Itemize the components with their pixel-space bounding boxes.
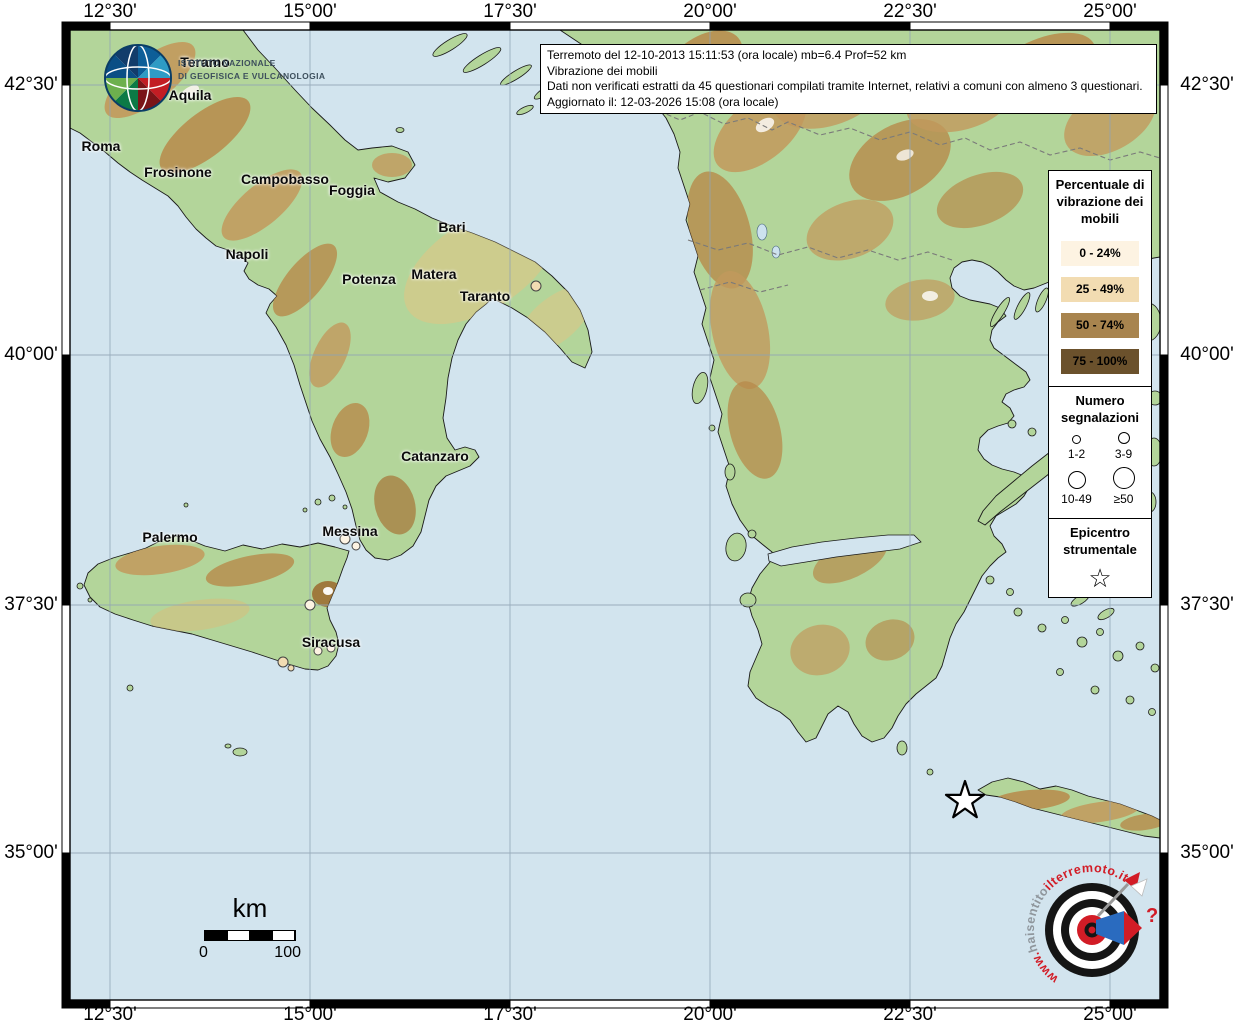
axis-label-left: 42°30' xyxy=(4,74,58,96)
report-size-circle-small xyxy=(1072,435,1081,444)
axis-label-left: 40°00' xyxy=(4,344,58,366)
report-size-circle-medium xyxy=(1118,432,1130,444)
city-label-palermo: Palermo xyxy=(142,529,197,545)
report-marker xyxy=(305,600,315,610)
scale-bar-end: 100 xyxy=(274,944,301,962)
axis-label-right: 37°30' xyxy=(1180,594,1234,616)
legend: Percentuale di vibrazione dei mobili 0 -… xyxy=(1048,170,1152,598)
scale-bar-segments xyxy=(204,930,296,941)
legend-reports-title: Numero segnalazioni xyxy=(1049,387,1151,429)
axis-label-right: 35°00' xyxy=(1180,842,1234,864)
report-size-label: 1-2 xyxy=(1068,447,1085,461)
report-size-circle-xlarge xyxy=(1113,467,1135,489)
city-label-foggia: Foggia xyxy=(329,182,375,198)
scale-bar-unit: km xyxy=(195,893,305,924)
axis-label-bottom: 12°30' xyxy=(83,1004,137,1024)
legend-epicenter-title: Epicentro strumentale xyxy=(1049,519,1151,561)
axis-label-top: 25°00' xyxy=(1083,1,1137,23)
axis-label-top: 12°30' xyxy=(83,1,137,23)
scale-bar: km 0 100 xyxy=(195,893,305,962)
haisentitoilterremoto-logo: ? www.haisentitoilterremoto.it xyxy=(1012,852,1252,1024)
map-canvas xyxy=(70,30,1160,1000)
report-marker xyxy=(288,665,294,671)
scale-bar-start: 0 xyxy=(199,944,208,962)
report-size-label: ≥50 xyxy=(1114,492,1134,506)
ingv-text-line2: DI GEOFISICA E VULCANOLOGIA xyxy=(178,71,325,81)
axis-label-right: 42°30' xyxy=(1180,74,1234,96)
axis-label-bottom: 15°00' xyxy=(283,1004,337,1024)
event-disclaimer: Dati non verificati estratti da 45 quest… xyxy=(547,79,1150,95)
axis-label-top: 22°30' xyxy=(883,1,937,23)
city-label-roma: Roma xyxy=(82,138,121,154)
axis-label-top: 17°30' xyxy=(483,1,537,23)
axis-label-top: 15°00' xyxy=(283,1,337,23)
axis-label-top: 20°00' xyxy=(683,1,737,23)
axis-label-bottom: 25°00' xyxy=(1083,1004,1137,1024)
map-page: Terremoto del 12-10-2013 15:11:53 (ora l… xyxy=(0,0,1252,1024)
axis-label-bottom: 17°30' xyxy=(483,1004,537,1024)
ingv-globe-icon xyxy=(105,45,171,111)
city-label-catanzaro: Catanzaro xyxy=(401,448,469,464)
question-mark-icon: ? xyxy=(1146,905,1158,927)
city-label-messina: Messina xyxy=(322,523,377,539)
axis-label-bottom: 22°30' xyxy=(883,1004,937,1024)
report-size-label: 3-9 xyxy=(1115,447,1132,461)
event-info-box: Terremoto del 12-10-2013 15:11:53 (ora l… xyxy=(540,44,1157,114)
city-label-siracusa: Siracusa xyxy=(302,634,360,650)
event-updated: Aggiornato il: 12-03-2026 15:08 (ora loc… xyxy=(547,95,1150,111)
city-label-taranto: Taranto xyxy=(460,288,510,304)
report-marker xyxy=(278,657,288,667)
report-size-circle-large xyxy=(1068,471,1086,489)
legend-swatch-0-24: 0 - 24% xyxy=(1061,241,1139,266)
event-subtitle: Vibrazione dei mobili xyxy=(547,64,1150,80)
ingv-text-line1: ISTITUTO NAZIONALE xyxy=(178,58,276,68)
report-marker xyxy=(531,281,541,291)
legend-report-sizes: 1-2 3-9 10-49 ≥50 xyxy=(1049,428,1151,506)
ingv-logo: ISTITUTO NAZIONALE DI GEOFISICA E VULCAN… xyxy=(96,40,346,122)
axis-label-left: 37°30' xyxy=(4,594,58,616)
city-label-napoli: Napoli xyxy=(226,246,269,262)
legend-percent-title: Percentuale di vibrazione dei mobili xyxy=(1049,171,1151,230)
epicenter-star-icon: ☆ xyxy=(1049,565,1151,591)
axis-label-bottom: 20°00' xyxy=(683,1004,737,1024)
legend-swatch-50-74: 50 - 74% xyxy=(1061,313,1139,338)
axis-label-right: 40°00' xyxy=(1180,344,1234,366)
city-label-bari: Bari xyxy=(438,219,465,235)
legend-swatch-75-100: 75 - 100% xyxy=(1061,349,1139,374)
city-label-potenza: Potenza xyxy=(342,271,396,287)
legend-swatch-25-49: 25 - 49% xyxy=(1061,277,1139,302)
report-size-label: 10-49 xyxy=(1061,492,1092,506)
city-label-campobasso: Campobasso xyxy=(241,171,329,187)
axis-label-left: 35°00' xyxy=(4,842,58,864)
event-title: Terremoto del 12-10-2013 15:11:53 (ora l… xyxy=(547,48,1150,64)
city-label-matera: Matera xyxy=(411,266,456,282)
report-marker xyxy=(352,542,360,550)
city-label-frosinone: Frosinone xyxy=(144,164,212,180)
